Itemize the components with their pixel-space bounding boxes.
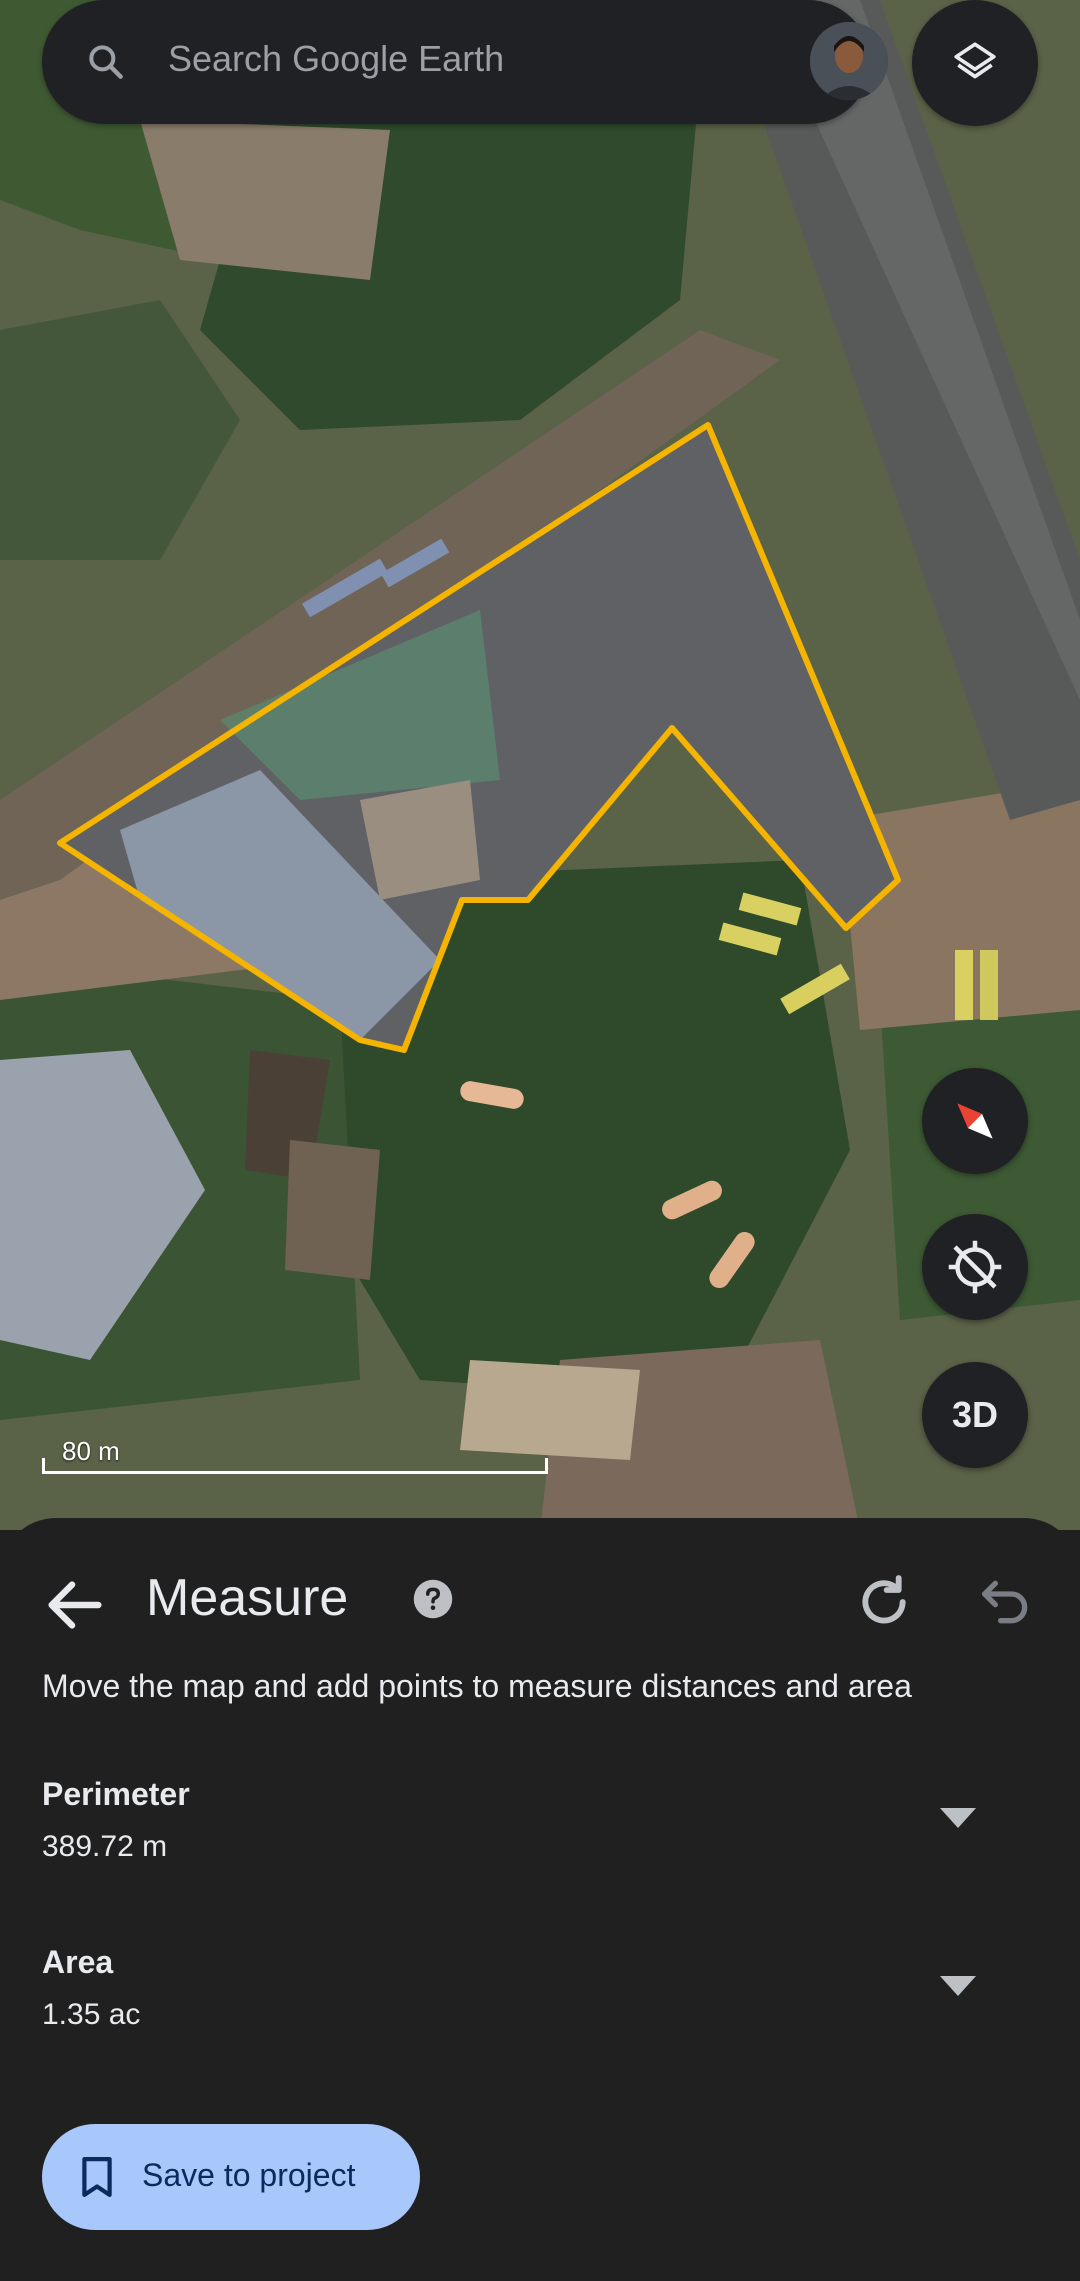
bookmark-icon	[82, 2157, 112, 2197]
panel-title: Measure	[146, 1569, 349, 1627]
area-row[interactable]: Area 1.35 ac	[42, 1944, 1042, 2054]
3d-label: 3D	[951, 1394, 999, 1435]
avatar[interactable]	[810, 22, 888, 100]
compass-button[interactable]	[922, 1068, 1028, 1174]
perimeter-row[interactable]: Perimeter 389.72 m	[42, 1776, 1042, 1886]
satellite-imagery	[0, 0, 1080, 1530]
measure-panel: Measure Move the map and add points to m…	[0, 1518, 1080, 2281]
back-arrow-icon[interactable]	[40, 1570, 110, 1640]
scale-line	[42, 1458, 548, 1474]
redo-icon[interactable]	[852, 1570, 916, 1634]
perimeter-units-dropdown-icon[interactable]	[936, 1804, 980, 1832]
area-label: Area	[42, 1944, 114, 1980]
layers-button[interactable]	[912, 0, 1038, 126]
location-disabled-icon	[948, 1240, 1002, 1294]
area-units-dropdown-icon[interactable]	[936, 1972, 980, 2000]
profile-photo	[810, 22, 888, 100]
area-value: 1.35 ac	[42, 1998, 141, 2031]
help-icon[interactable]	[412, 1578, 454, 1620]
perimeter-label: Perimeter	[42, 1776, 190, 1812]
perimeter-value: 389.72 m	[42, 1830, 168, 1863]
instructions-text: Move the map and add points to measure d…	[42, 1668, 912, 1704]
scale-bar: 80 m	[42, 1436, 548, 1474]
save-to-project-label: Save to project	[142, 2157, 356, 2193]
satellite-map[interactable]: Search Google Earth 3D 80 m	[0, 0, 1080, 1530]
search-bar[interactable]: Search Google Earth	[42, 0, 888, 124]
search-input[interactable]: Search Google Earth	[168, 38, 504, 80]
3d-toggle-button[interactable]: 3D	[922, 1362, 1028, 1468]
layers-icon	[954, 42, 996, 79]
save-to-project-button[interactable]: Save to project	[42, 2124, 420, 2230]
search-icon	[89, 45, 123, 79]
compass-icon	[957, 1103, 993, 1139]
undo-icon[interactable]	[974, 1570, 1038, 1634]
my-location-button[interactable]	[922, 1214, 1028, 1320]
